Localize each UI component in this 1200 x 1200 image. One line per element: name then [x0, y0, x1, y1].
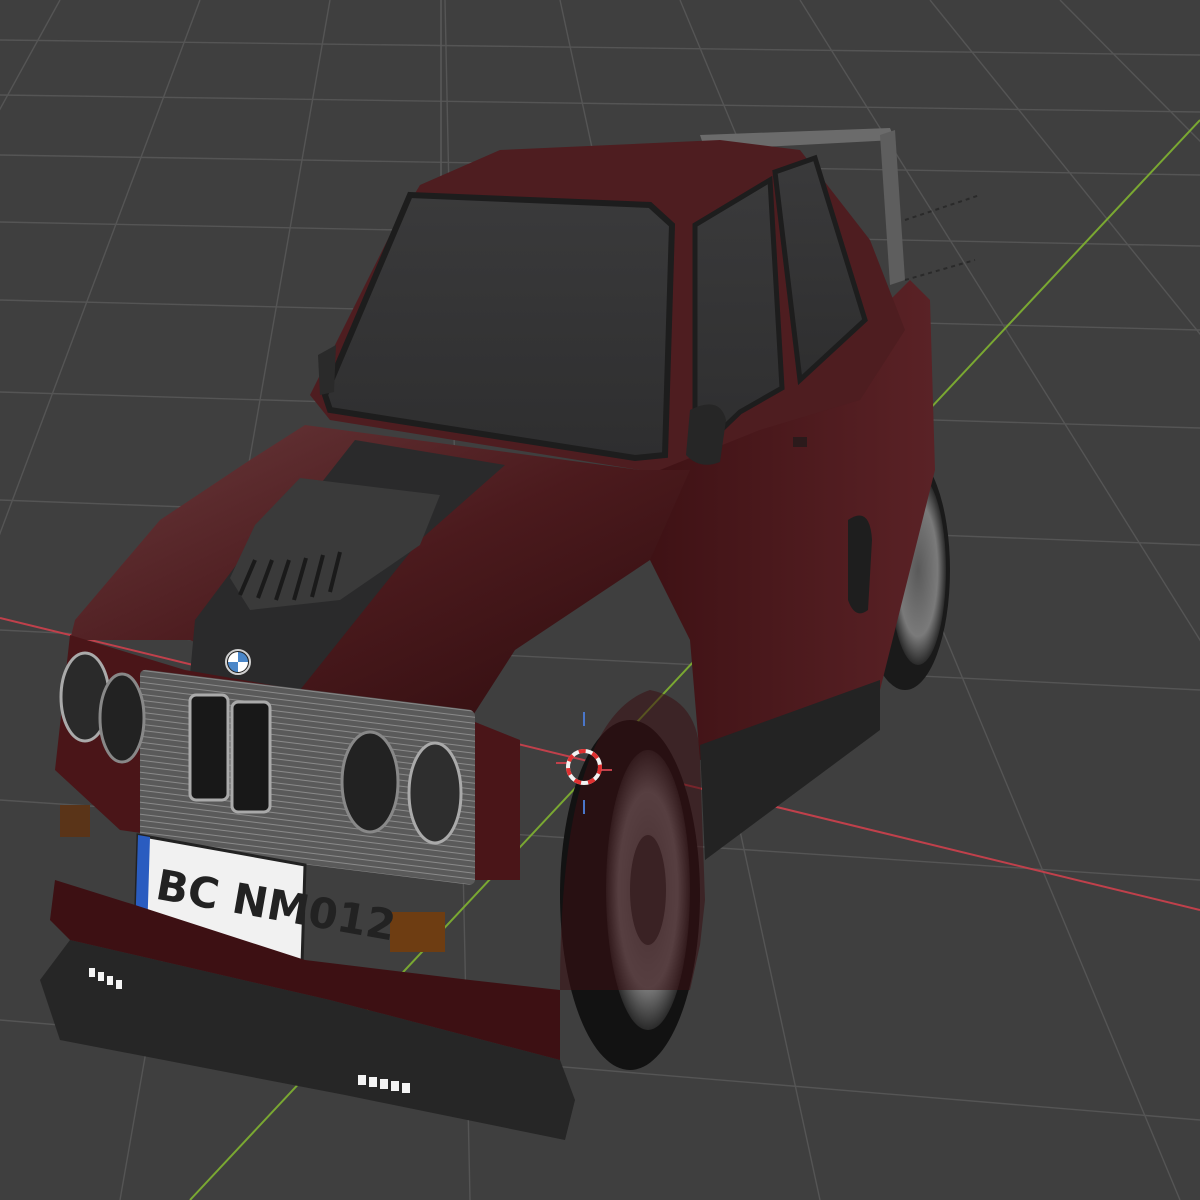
front-wheel-arch: [560, 690, 705, 990]
windshield: [321, 191, 676, 462]
right-mirror: [686, 404, 726, 465]
side-vent: [848, 515, 872, 614]
left-turn-signal: [60, 805, 90, 837]
left-mirror: [318, 345, 336, 395]
right-turn-signal: [390, 912, 445, 952]
viewport-scene[interactable]: BC NM012: [0, 0, 1200, 1200]
bmw-roundel-icon: [225, 649, 251, 675]
door-handle: [793, 437, 807, 447]
3d-viewport[interactable]: BC NM012: [0, 0, 1200, 1200]
